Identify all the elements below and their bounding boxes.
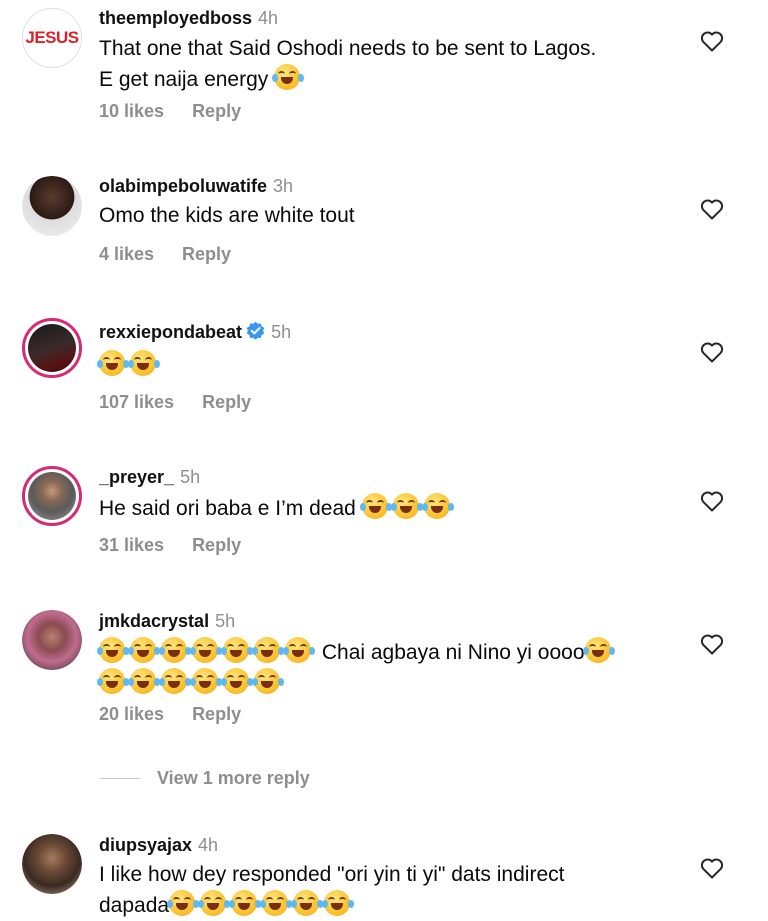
- comment-text: I like how dey responded "ori yin ti yi"…: [99, 860, 639, 921]
- comment-meta: jmkdacrystal 5h: [99, 611, 235, 632]
- divider-line: [100, 778, 140, 779]
- username[interactable]: jmkdacrystal: [99, 611, 209, 631]
- likes-count[interactable]: 31 likes: [99, 535, 164, 555]
- timestamp: 3h: [273, 176, 294, 196]
- avatar[interactable]: JESUS: [22, 8, 82, 68]
- username[interactable]: diupsyajax: [99, 835, 192, 855]
- laughing-emoji-icon: [97, 637, 125, 663]
- username[interactable]: theemployedboss: [99, 8, 252, 28]
- comment-text: He said ori baba e I’m dead: [99, 493, 639, 524]
- laughing-emoji-icon: [272, 64, 301, 90]
- reply-button[interactable]: Reply: [182, 244, 231, 264]
- comment-line-text: Chai agbaya ni Nino yi oooo: [321, 641, 585, 664]
- comment-line: Omo the kids are white tout: [99, 204, 355, 227]
- laughing-emoji-icon: [260, 890, 289, 916]
- comment-actions: 31 likes Reply: [99, 535, 241, 556]
- comment-emojis: [97, 668, 639, 699]
- comment-line-2: dapada: [99, 890, 639, 921]
- laughing-emoji-icon: [159, 637, 187, 663]
- comment-text: Chai agbaya ni Nino yi oooo: [97, 637, 639, 699]
- comment-actions: 20 likes Reply: [99, 704, 241, 725]
- laughing-emoji-icon: [322, 890, 351, 916]
- avatar[interactable]: [22, 466, 82, 526]
- laughing-emoji-icon: [390, 493, 419, 519]
- comment-line-text: He said ori baba e I’m dead: [99, 497, 356, 520]
- timestamp: 4h: [198, 835, 219, 855]
- laughing-emoji-icon: [582, 637, 611, 663]
- comment-meta: rexxiepondabeat 5h: [99, 321, 291, 343]
- comment-emojis: [97, 350, 639, 381]
- comment-line: Chai agbaya ni Nino yi oooo: [97, 637, 639, 668]
- timestamp: 5h: [215, 611, 236, 631]
- comment-text: [97, 350, 639, 381]
- likes-count[interactable]: 4 likes: [99, 244, 154, 264]
- laughing-emoji-icon: [190, 637, 218, 663]
- laughing-emoji-icon: [221, 668, 249, 694]
- timestamp: 4h: [258, 8, 279, 28]
- username[interactable]: olabimpeboluwatife: [99, 176, 267, 196]
- likes-count[interactable]: 10 likes: [99, 101, 164, 121]
- view-more-replies[interactable]: View 1 more reply: [100, 768, 310, 789]
- laughing-emoji-icon: [283, 637, 311, 663]
- heart-icon[interactable]: [700, 857, 724, 879]
- comment-meta: olabimpeboluwatife 3h: [99, 176, 293, 197]
- laughing-emoji-icon: [252, 637, 280, 663]
- comment-line-2: E get naija energy: [99, 64, 639, 95]
- comment-line: He said ori baba e I’m dead: [99, 493, 639, 524]
- comment-text: That one that Said Oshodi needs to be se…: [99, 34, 639, 95]
- reply-button[interactable]: Reply: [202, 392, 251, 412]
- laughing-emoji-icon: [128, 350, 156, 376]
- comment-meta: _preyer_ 5h: [99, 467, 200, 488]
- avatar[interactable]: [22, 834, 82, 894]
- laughing-emoji-icon: [198, 890, 227, 916]
- laughing-emoji-icon: [229, 890, 258, 916]
- comment-text: Omo the kids are white tout: [99, 201, 639, 231]
- laughing-emoji-icon: [291, 890, 320, 916]
- view-more-label[interactable]: View 1 more reply: [157, 768, 310, 789]
- comment-actions: 107 likes Reply: [99, 392, 251, 413]
- heart-icon[interactable]: [700, 341, 724, 363]
- comment-line-text: dapada: [99, 894, 170, 917]
- comment-meta: diupsyajax 4h: [99, 835, 218, 856]
- laughing-emoji-icon: [97, 350, 125, 376]
- heart-icon[interactable]: [700, 198, 724, 220]
- username[interactable]: rexxiepondabeat: [99, 322, 242, 342]
- laughing-emoji-icon: [221, 637, 249, 663]
- comment-meta: theemployedboss 4h: [99, 8, 278, 29]
- avatar[interactable]: [22, 318, 82, 378]
- heart-icon[interactable]: [700, 490, 724, 512]
- heart-icon[interactable]: [700, 30, 724, 52]
- laughing-emoji-icon: [252, 668, 280, 694]
- comment-actions: 4 likes Reply: [99, 244, 231, 265]
- laughing-emoji-icon: [359, 493, 388, 519]
- avatar-logo-text: JESUS: [25, 28, 79, 47]
- username[interactable]: _preyer_: [99, 467, 174, 487]
- laughing-emoji-icon: [167, 890, 196, 916]
- verified-badge-icon: [246, 321, 265, 340]
- avatar[interactable]: [22, 176, 82, 236]
- laughing-emoji-icon: [128, 668, 156, 694]
- comment-line: That one that Said Oshodi needs to be se…: [99, 37, 597, 60]
- reply-button[interactable]: Reply: [192, 535, 241, 555]
- comment-actions: 10 likes Reply: [99, 101, 241, 122]
- laughing-emoji-icon: [190, 668, 218, 694]
- laughing-emoji-icon: [97, 668, 125, 694]
- likes-count[interactable]: 107 likes: [99, 392, 174, 412]
- laughing-emoji-icon: [159, 668, 187, 694]
- likes-count[interactable]: 20 likes: [99, 704, 164, 724]
- comment-line-text: E get naija energy: [99, 68, 269, 91]
- reply-button[interactable]: Reply: [192, 704, 241, 724]
- comment-line: I like how dey responded "ori yin ti yi"…: [99, 863, 565, 886]
- reply-button[interactable]: Reply: [192, 101, 241, 121]
- timestamp: 5h: [271, 322, 292, 342]
- laughing-emoji-icon: [421, 493, 450, 519]
- timestamp: 5h: [180, 467, 201, 487]
- heart-icon[interactable]: [700, 633, 724, 655]
- laughing-emoji-icon: [128, 637, 156, 663]
- avatar[interactable]: [22, 610, 82, 670]
